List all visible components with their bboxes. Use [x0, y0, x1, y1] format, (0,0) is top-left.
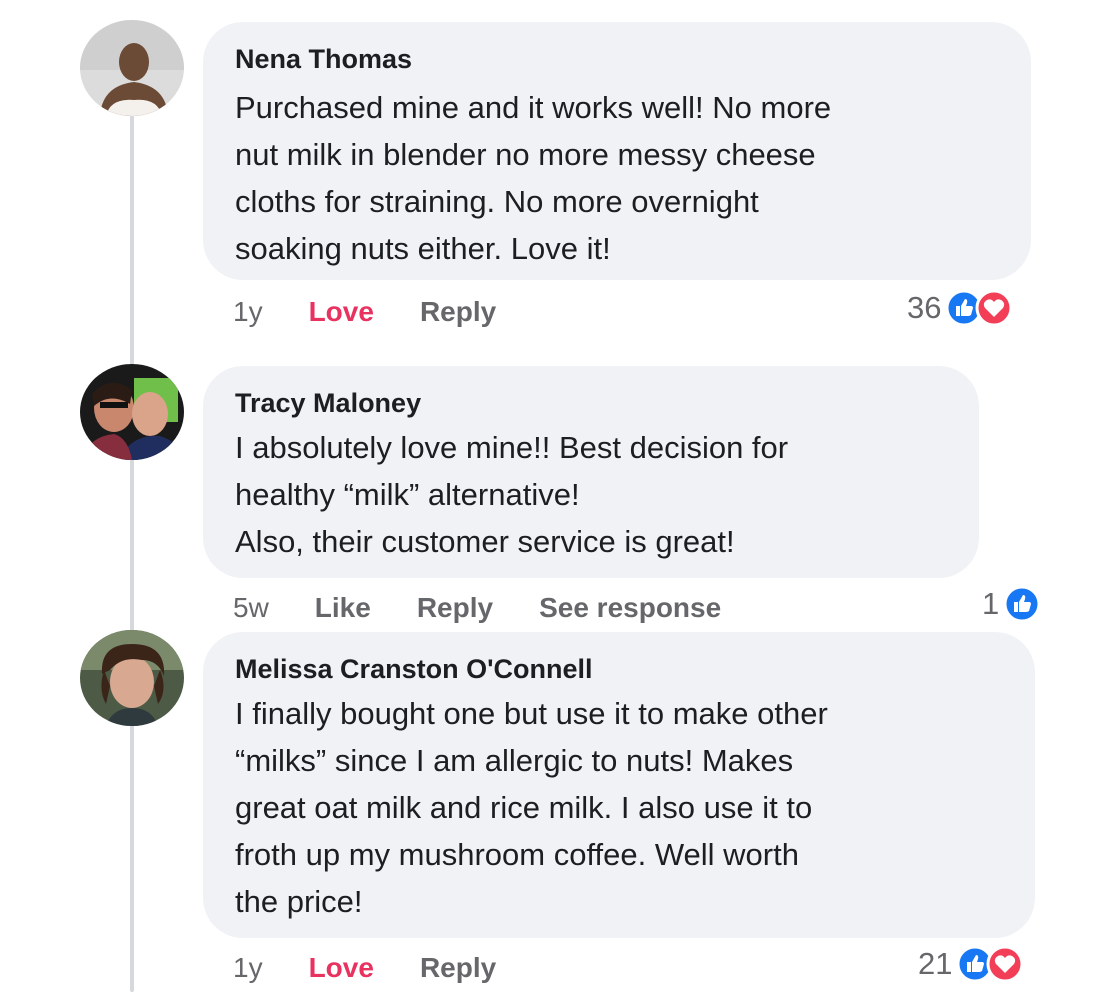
- like-button[interactable]: Like: [315, 592, 371, 624]
- comment-text-line: froth up my mushroom coffee. Well worth: [235, 837, 799, 872]
- comment-time[interactable]: 5w: [233, 592, 269, 624]
- reaction-summary[interactable]: 21: [918, 944, 1024, 984]
- avatar-photo-1: [80, 20, 184, 116]
- comment-author[interactable]: Nena Thomas: [235, 42, 999, 76]
- comment-text-line: healthy “milk” alternative!: [235, 477, 580, 512]
- reaction-count: 21: [918, 946, 953, 981]
- reply-button[interactable]: Reply: [420, 952, 496, 984]
- comment-time[interactable]: 1y: [233, 952, 263, 984]
- reaction-summary[interactable]: 1: [982, 584, 1041, 624]
- comment-text-line: “milks” since I am allergic to nuts! Mak…: [235, 743, 794, 778]
- see-response-link[interactable]: See response: [539, 592, 721, 624]
- comment-author[interactable]: Melissa Cranston O'Connell: [235, 652, 1003, 686]
- comment-actions: 1y Love Reply: [233, 292, 542, 332]
- reply-button[interactable]: Reply: [417, 592, 493, 624]
- avatar[interactable]: [80, 364, 184, 460]
- love-button[interactable]: Love: [309, 296, 374, 328]
- comment-text-line: the price!: [235, 884, 363, 919]
- comment-text-line: soaking nuts either. Love it!: [235, 231, 611, 266]
- comment-bubble: Nena Thomas Purchased mine and it works …: [203, 22, 1031, 280]
- comment-time[interactable]: 1y: [233, 296, 263, 328]
- avatar[interactable]: [80, 630, 184, 726]
- comment-text-line: great oat milk and rice milk. I also use…: [235, 790, 813, 825]
- comment-text-line: I absolutely love mine!! Best decision f…: [235, 430, 789, 465]
- comment-actions: 5w Like Reply See response: [233, 588, 767, 628]
- comment-text-line: Purchased mine and it works well! No mor…: [235, 90, 832, 125]
- love-button[interactable]: Love: [309, 952, 374, 984]
- love-icon: [975, 289, 1013, 327]
- comment-bubble: Tracy Maloney I absolutely love mine!! B…: [203, 366, 979, 578]
- like-icon: [1003, 585, 1041, 623]
- comment-author[interactable]: Tracy Maloney: [235, 386, 947, 420]
- comment-text-line: I finally bought one but use it to make …: [235, 696, 828, 731]
- comment-actions: 1y Love Reply: [233, 948, 542, 988]
- thread-line: [130, 115, 134, 992]
- reaction-summary[interactable]: 36: [907, 288, 1013, 328]
- reaction-count: 36: [907, 290, 942, 325]
- love-icon: [986, 945, 1024, 983]
- reply-button[interactable]: Reply: [420, 296, 496, 328]
- reaction-count: 1: [982, 586, 1000, 621]
- comment-bubble: Melissa Cranston O'Connell I finally bou…: [203, 632, 1035, 938]
- comment-text-line: cloths for straining. No more overnight: [235, 184, 759, 219]
- avatar[interactable]: [80, 20, 184, 116]
- comment-text-line: nut milk in blender no more messy cheese: [235, 137, 816, 172]
- comment-text-line: Also, their customer service is great!: [235, 524, 735, 559]
- avatar-photo-2: [80, 364, 184, 460]
- avatar-photo-3: [80, 630, 184, 726]
